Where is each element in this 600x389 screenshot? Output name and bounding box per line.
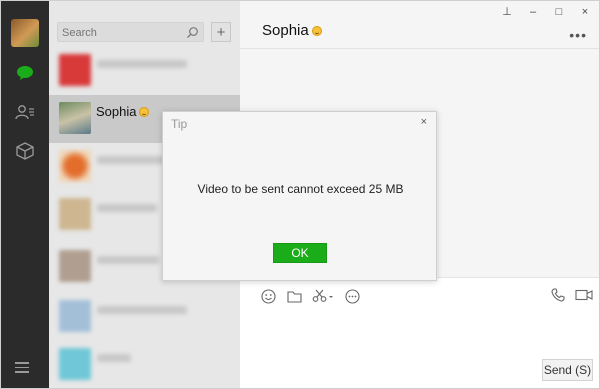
dialog-title: Tip — [171, 117, 188, 131]
search-icon[interactable] — [186, 26, 199, 39]
chat-header: Sophia ⊥ – □ × ••• — [240, 1, 599, 49]
contact-avatar — [59, 102, 91, 134]
minimize-icon[interactable]: – — [527, 6, 539, 18]
close-icon[interactable]: × — [421, 116, 427, 128]
composer-toolbar-right — [551, 288, 593, 305]
contact-name-blurred — [97, 256, 159, 264]
contact-avatar — [59, 300, 91, 332]
menu-icon[interactable] — [15, 359, 35, 375]
list-item[interactable] — [49, 341, 240, 388]
contact-avatar — [59, 150, 91, 182]
pin-icon[interactable]: ⊥ — [501, 6, 513, 18]
contact-name-blurred — [97, 204, 157, 212]
contact-avatar — [59, 250, 91, 282]
scissors-icon[interactable] — [312, 288, 334, 304]
smile-emoji-icon — [311, 25, 322, 36]
wechat-window: + Sophia — [0, 0, 600, 389]
list-item[interactable] — [49, 47, 240, 95]
chat-history-icon[interactable] — [344, 288, 360, 304]
tip-dialog: Tip × Video to be sent cannot exceed 25 … — [162, 111, 437, 281]
contact-name-text: Sophia — [96, 104, 137, 119]
smile-emoji-icon — [139, 106, 150, 117]
contact-name-blurred — [97, 60, 187, 68]
list-item[interactable] — [49, 293, 240, 341]
add-contact-button[interactable]: + — [211, 22, 231, 42]
ok-button[interactable]: OK — [273, 243, 327, 263]
window-controls: ⊥ – □ × — [501, 6, 591, 18]
message-composer[interactable]: Send (S) — [240, 277, 599, 388]
phone-icon[interactable] — [551, 288, 565, 305]
search-bar: + — [57, 22, 240, 44]
contact-name-blurred — [97, 306, 187, 314]
folder-icon[interactable] — [286, 288, 302, 304]
chat-bubble-icon[interactable] — [13, 61, 37, 85]
contact-avatar — [59, 54, 91, 86]
user-avatar[interactable] — [11, 19, 39, 47]
favorites-box-icon[interactable] — [13, 139, 37, 163]
chat-title-text: Sophia — [262, 22, 309, 39]
contact-name-blurred — [97, 354, 131, 362]
chat-title: Sophia — [262, 22, 322, 39]
close-icon[interactable]: × — [579, 6, 591, 18]
composer-toolbar — [260, 288, 360, 304]
contact-avatar — [59, 348, 91, 380]
send-button[interactable]: Send (S) — [542, 359, 593, 381]
contact-avatar — [59, 198, 91, 230]
dialog-message: Video to be sent cannot exceed 25 MB — [197, 182, 404, 196]
left-rail — [1, 1, 49, 388]
search-box — [57, 22, 204, 42]
more-options-icon[interactable]: ••• — [569, 27, 587, 43]
contacts-icon[interactable] — [13, 100, 37, 124]
maximize-icon[interactable]: □ — [553, 6, 565, 18]
video-call-icon[interactable] — [575, 289, 593, 304]
emoji-icon[interactable] — [260, 288, 276, 304]
contact-name: Sophia — [96, 104, 150, 119]
search-input[interactable] — [62, 25, 180, 40]
